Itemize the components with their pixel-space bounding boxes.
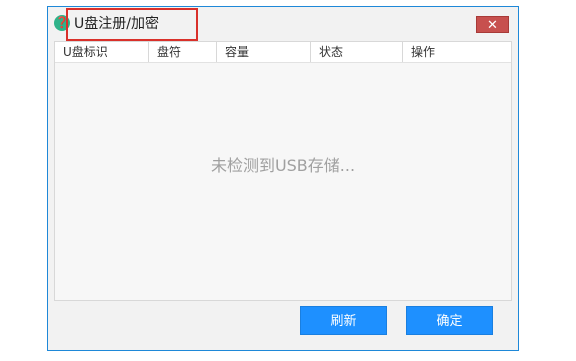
column-header-action[interactable]: 操作 xyxy=(403,42,511,62)
usb-register-dialog: ❓ U盘注册/加密 ✕ U盘标识 盘符 容量 状态 操作 未检测到USB存储..… xyxy=(47,6,519,351)
title-bar: ❓ U盘注册/加密 ✕ xyxy=(48,7,518,40)
app-icon: ❓ xyxy=(54,15,70,31)
window-title: U盘注册/加密 xyxy=(74,16,159,32)
close-button[interactable]: ✕ xyxy=(476,16,509,33)
column-header-status[interactable]: 状态 xyxy=(311,42,403,62)
column-header-usb-id[interactable]: U盘标识 xyxy=(55,42,149,62)
refresh-button[interactable]: 刷新 xyxy=(300,306,387,335)
table-header: U盘标识 盘符 容量 状态 操作 xyxy=(55,42,511,63)
empty-list-message: 未检测到USB存储... xyxy=(210,156,356,175)
column-header-capacity[interactable]: 容量 xyxy=(217,42,311,62)
column-header-drive-letter[interactable]: 盘符 xyxy=(149,42,217,62)
usb-device-list: U盘标识 盘符 容量 状态 操作 未检测到USB存储... xyxy=(54,41,512,301)
ok-button[interactable]: 确定 xyxy=(406,306,493,335)
